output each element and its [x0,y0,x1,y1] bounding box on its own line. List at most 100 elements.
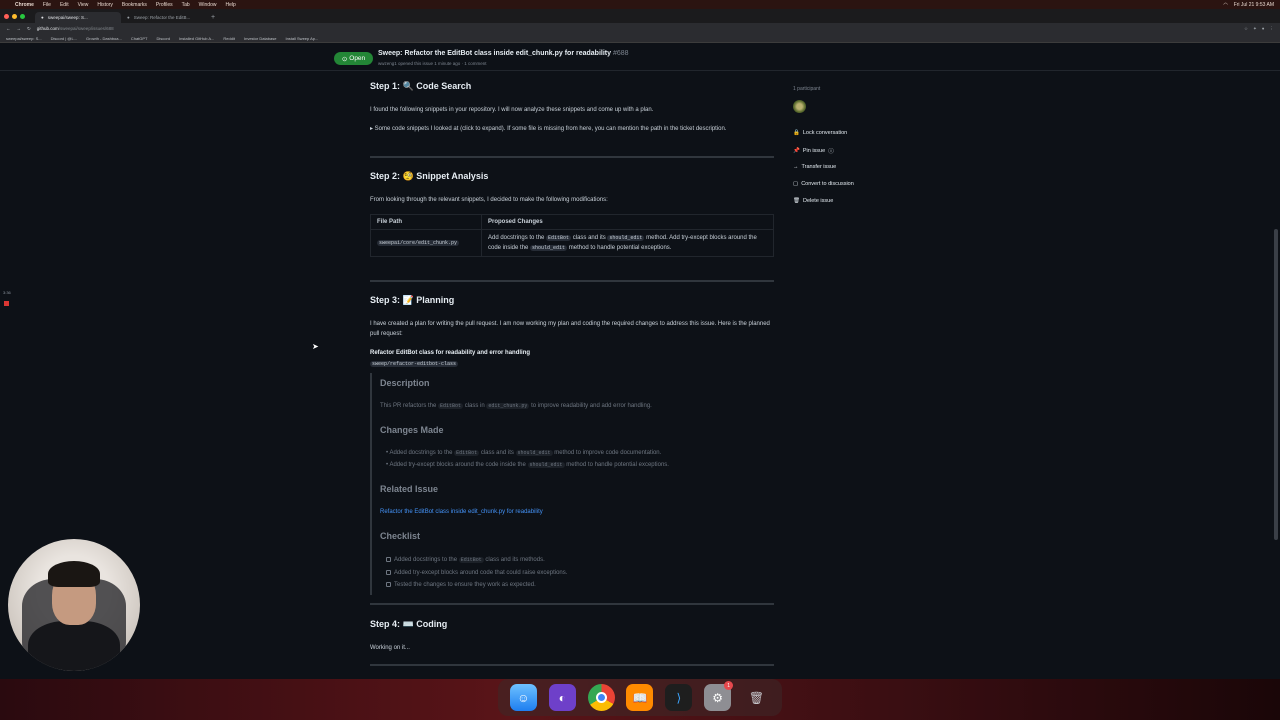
menu-file[interactable]: File [43,2,51,8]
vscode-icon[interactable]: ⟩ [665,684,693,711]
text: to improve readability and add error han… [531,403,652,409]
github-icon: ● [41,15,44,20]
change-text: class and its [572,235,606,241]
issue-meta: wwzeng1 opened this issue 1 minute ago ·… [378,61,487,66]
inline-code: EditBot [458,557,484,564]
extensions-icon[interactable]: ✦ [1253,26,1257,32]
checklist-heading: Checklist [380,531,421,541]
profile-icon[interactable]: ● [1262,26,1265,32]
lock-conversation-button[interactable]: 🔒 Lock conversation [793,130,847,136]
menu-view[interactable]: View [78,2,89,8]
bookmark-item[interactable]: ChatGPT [131,36,148,41]
pr-branch: sweep/refactor-editbot-class [370,359,774,369]
trash-icon[interactable]: 🗑 [743,684,770,711]
bookmark-item[interactable]: sweepai/sweep: S... [6,36,42,41]
convert-discussion-button[interactable]: ▢ Convert to discussion [793,181,854,187]
chrome-icon[interactable] [587,684,615,711]
menu-app-name[interactable]: Chrome [15,2,34,8]
person-hair [48,561,100,587]
divider [370,664,774,666]
github-icon: ● [127,15,130,20]
text: Added docstrings to the [394,557,458,564]
bookmark-star-icon[interactable]: ☆ [1244,26,1248,32]
url-path: /sweepai/sweep/issues/688 [58,26,114,31]
list-item: • Added docstrings to the EditBot class … [386,450,662,456]
menubar-clock[interactable]: Fri Jul 21 9:53 AM [1234,2,1274,8]
system-settings-icon[interactable]: ⚙ 1 [704,681,734,711]
menu-profiles[interactable]: Profiles [156,2,173,8]
label: Convert to discussion [801,181,854,187]
reload-icon[interactable]: ↻ [27,26,31,32]
modifications-table: File Path Proposed Changes sweepai/core/e… [370,214,774,257]
avatar[interactable] [793,100,806,113]
menu-edit[interactable]: Edit [60,2,69,8]
inline-code: should_edit [515,450,553,456]
tab-label: Sweep: Refactor the EditB... [133,15,191,20]
pin-issue-button[interactable]: 📌 Pin issue ⓘ [793,147,834,155]
menu-window[interactable]: Window [199,2,217,8]
related-issue-link[interactable]: Refactor the EditBot class inside edit_c… [380,509,543,515]
participants-label: 1 participant [793,86,821,92]
col-file-path: File Path [370,214,482,230]
bookmark-item[interactable]: Install Sweep Ap... [285,36,318,41]
divider [370,156,774,158]
browser-tab[interactable]: ● Sweep: Refactor the EditB... [121,12,207,23]
col-proposed-changes: Proposed Changes [481,214,774,230]
status-label: Open [349,55,366,62]
checkbox[interactable] [386,557,391,562]
pr-title: Refactor EditBot class for readability a… [370,350,531,356]
bookmark-item[interactable]: Growth - Dashboa... [86,36,122,41]
step3-text: I have created a plan for writing the pu… [370,321,770,337]
file-path-cell: sweepai/core/edit_chunk.py [370,229,482,257]
transfer-issue-button[interactable]: → Transfer issue [793,164,836,170]
person-torso [28,621,120,671]
recording-indicator [4,301,9,306]
text: Added docstrings to the [389,450,453,456]
change-text: method to handle potential exceptions. [568,245,672,251]
bookmarks-bar: sweepai/sweep: S... Discord | @L... Grow… [0,34,1280,43]
table-row: sweepai/core/edit_chunk.py Add docstring… [370,229,774,257]
back-icon[interactable]: ← [6,26,11,31]
bookmark-item[interactable]: Discord | @L... [51,36,77,41]
label: Pin issue [802,148,826,154]
bookmark-item[interactable]: Installed GitHub A... [179,36,214,41]
browser-tabbar: ● sweepai/sweep: S... ● Sweep: Refactor th… [0,9,1280,23]
more-menu-icon[interactable]: ⋮ [1270,26,1275,32]
snippets-details-toggle[interactable]: ▸ Some code snippets I looked at (click … [370,124,774,134]
zoom-window-button[interactable] [20,13,25,19]
close-window-button[interactable] [4,13,9,19]
issue-number: #688 [612,50,629,57]
info-icon: ⓘ [828,149,834,155]
bookmark-item[interactable]: Investor Database [244,36,276,41]
label: Lock conversation [802,130,848,136]
url-field[interactable]: github.com/sweepai/sweep/issues/688 [37,26,114,31]
inline-code: should_edit [607,235,645,241]
minimize-window-button[interactable] [12,13,17,19]
menu-tab[interactable]: Tab [182,2,190,8]
notification-badge: 1 [724,681,734,690]
checkbox[interactable] [386,570,391,575]
menu-bookmarks[interactable]: Bookmarks [122,2,147,8]
list-item: • Added try-except blocks around the cod… [386,462,669,468]
bookmark-item[interactable]: Reddit [223,36,235,41]
step3-heading: Step 3: 📝 Planning [370,295,455,305]
menu-help[interactable]: Help [225,2,235,8]
inline-code: should_edit [530,245,568,251]
text: This PR refactors the [380,403,437,409]
github-desktop-icon[interactable]: ◐ [548,684,576,711]
menu-history[interactable]: History [97,2,113,8]
books-icon[interactable]: 📖 [626,684,654,711]
bookmark-item[interactable]: Discord [157,36,171,41]
divider [370,603,774,605]
new-tab-button[interactable]: + [211,12,215,23]
delete-issue-button[interactable]: 🗑 Delete issue [793,198,833,204]
text: method to handle potential exceptions. [566,462,669,468]
checkbox[interactable] [386,582,391,587]
page-scrollbar[interactable] [1274,229,1278,540]
related-issue-heading: Related Issue [380,484,439,494]
forward-icon[interactable]: → [17,26,22,31]
wifi-icon[interactable]: ◠ [1223,2,1227,8]
finder-icon[interactable]: ☺ [509,684,537,711]
text: method to improve code documentation. [554,450,662,456]
browser-tab[interactable]: ● sweepai/sweep: S... [35,12,121,23]
